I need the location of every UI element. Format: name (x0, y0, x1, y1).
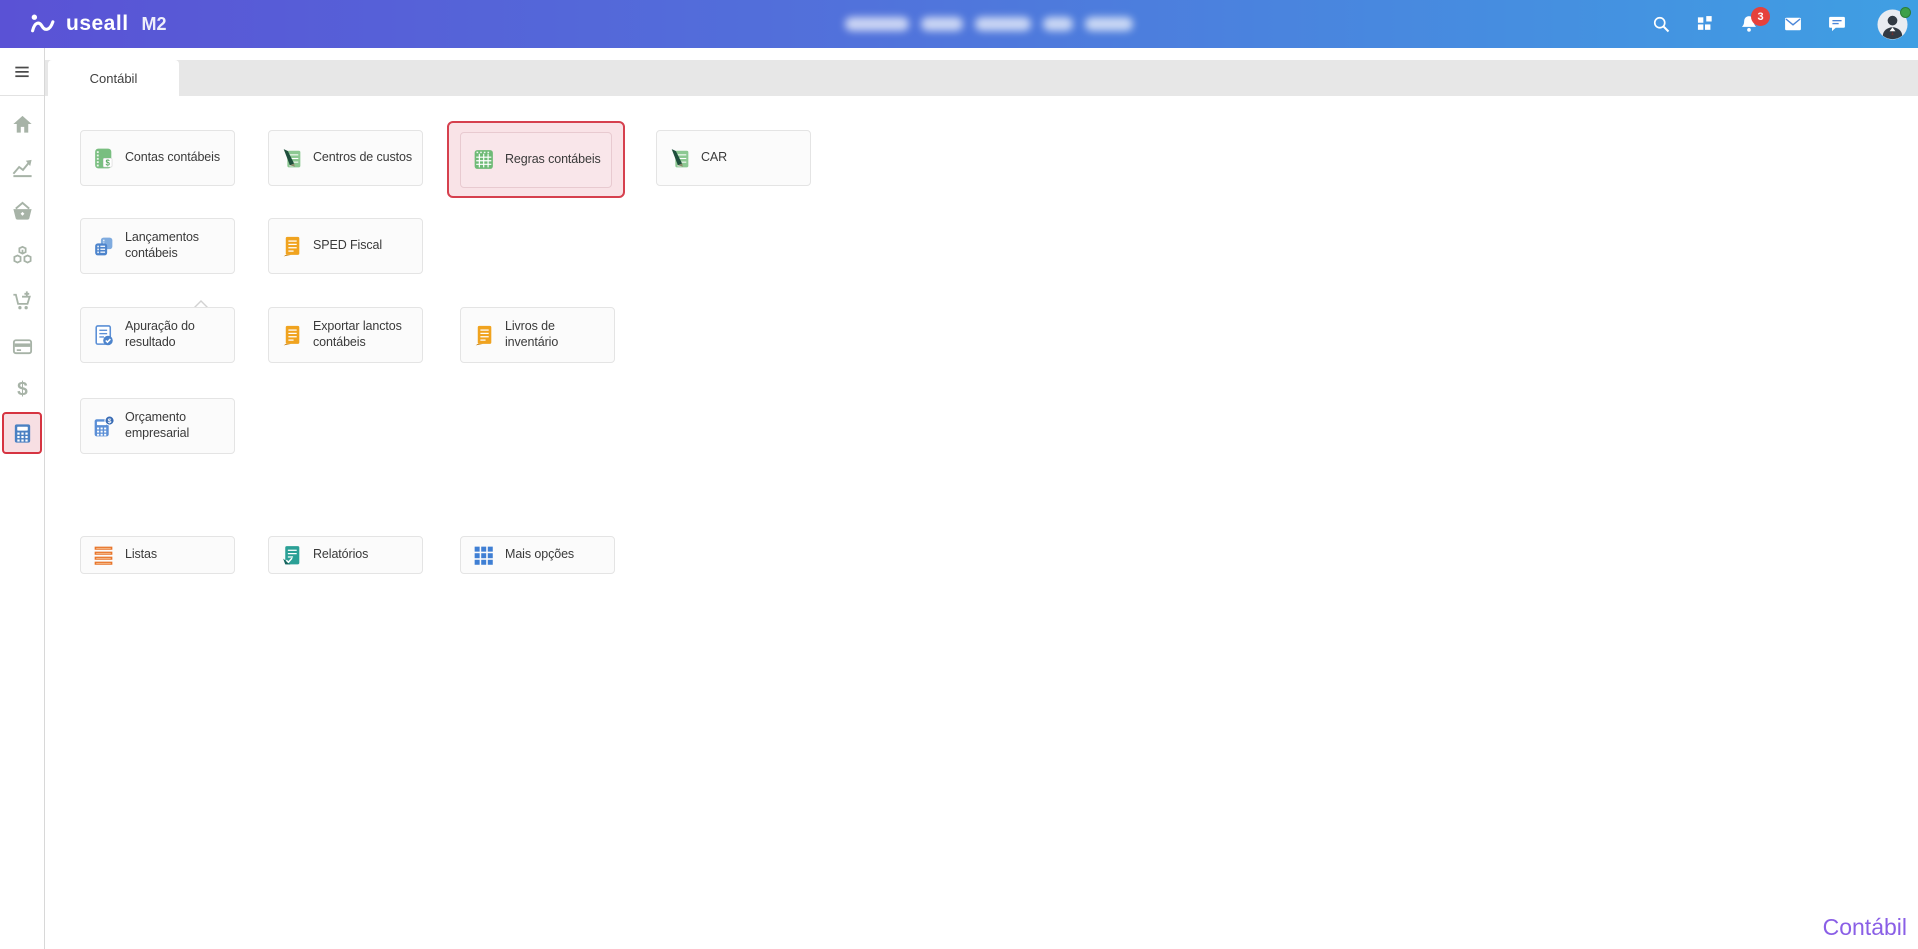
sidebar-item-purchases[interactable] (0, 282, 44, 318)
sidebar-item-sales[interactable] (0, 193, 44, 229)
online-status-dot (1900, 7, 1911, 18)
tab-bar: Contábil (45, 60, 1918, 96)
tile-label: Orçamento empresarial (125, 410, 228, 441)
calccoin-blue-icon (91, 414, 116, 439)
coins-blue-icon (91, 234, 116, 259)
sidebar-item-stock[interactable] (0, 237, 44, 273)
chart-icon (11, 156, 34, 179)
tile-label: Contas contábeis (125, 150, 220, 166)
sidebar-item-charts[interactable] (0, 149, 44, 185)
grid-blue-icon (471, 543, 496, 568)
apps-grid-icon (1695, 14, 1715, 34)
tile-label: Regras contábeis (505, 152, 601, 168)
tile-apuracao-do-resultado[interactable]: Apuração do resultado (80, 307, 235, 363)
useall-logo-icon (30, 13, 57, 36)
notifications-button[interactable]: 3 (1739, 14, 1759, 34)
tab-contabil[interactable]: Contábil (48, 60, 179, 96)
list-orange-icon (91, 543, 116, 568)
doccheck-blue-icon (91, 323, 116, 348)
tile-label: Listas (125, 547, 157, 563)
highlight-box[interactable]: Regras contábeis (447, 121, 625, 198)
topbar: useall M2 3 (0, 0, 1918, 48)
module-footer-label: Contábil (1823, 914, 1907, 941)
tile-exportar-lanctos-contabeis[interactable]: Exportar lanctos contábeis (268, 307, 423, 363)
brand-name: useall (66, 12, 129, 36)
tile-label: Relatórios (313, 547, 368, 563)
tile-listas[interactable]: Listas (80, 536, 235, 574)
search-icon (1651, 14, 1671, 34)
doc-orange-icon (279, 234, 304, 259)
card-icon (11, 335, 34, 358)
cubes-icon (11, 244, 34, 267)
brand: useall M2 (30, 12, 167, 36)
tile-lancamentos-contabeis[interactable]: Lançamentos contábeis (80, 218, 235, 274)
cart-icon (11, 289, 34, 312)
chat-button[interactable] (1827, 14, 1847, 34)
tab-label: Contábil (90, 71, 138, 86)
calculator-icon (11, 422, 34, 445)
tile-centros-de-custos[interactable]: Centros de custos (268, 130, 423, 186)
dollar-icon (11, 377, 34, 400)
tile-orcamento-empresarial[interactable]: Orçamento empresarial (80, 398, 235, 454)
doc-orange-icon (279, 323, 304, 348)
tile-regras-contabeis[interactable]: Regras contábeis (460, 132, 612, 188)
hamburger-icon (12, 64, 32, 80)
apps-button[interactable] (1695, 14, 1715, 34)
topbar-actions: 3 (1651, 0, 1908, 48)
user-avatar[interactable] (1877, 9, 1908, 40)
tile-label: Mais opções (505, 547, 574, 563)
tile-sped-fiscal[interactable]: SPED Fiscal (268, 218, 423, 274)
sidebar (0, 48, 45, 949)
module-tiles: Contas contábeis Centros de custos Regra… (45, 96, 1918, 949)
topbar-gap (0, 48, 1918, 60)
mail-button[interactable] (1783, 14, 1803, 34)
sidebar-item-accounting[interactable] (2, 412, 42, 454)
home-icon (11, 113, 34, 136)
tile-mais-opcoes[interactable]: Mais opções (460, 536, 615, 574)
chat-icon (1827, 14, 1847, 34)
tile-label: CAR (701, 150, 727, 166)
sidebar-item-finance[interactable] (0, 370, 44, 406)
tile-label: Exportar lanctos contábeis (313, 319, 416, 350)
tile-label: Lançamentos contábeis (125, 230, 228, 261)
tile-livros-de-inventario[interactable]: Livros de inventário (460, 307, 615, 363)
tile-relatorios[interactable]: Relatórios (268, 536, 423, 574)
ledger-green-icon (91, 146, 116, 171)
tile-label: Centros de custos (313, 150, 412, 166)
tile-car[interactable]: CAR (656, 130, 811, 186)
basket-icon (11, 200, 34, 223)
tile-label: SPED Fiscal (313, 238, 382, 254)
search-button[interactable] (1651, 14, 1671, 34)
notifications-badge: 3 (1751, 7, 1770, 26)
menu-button[interactable] (0, 48, 44, 96)
grid-green-icon (471, 147, 496, 172)
sidebar-item-home[interactable] (0, 106, 44, 142)
tile-label: Livros de inventário (505, 319, 608, 350)
tile-contas-contabeis[interactable]: Contas contábeis (80, 130, 235, 186)
mail-icon (1783, 14, 1803, 34)
sidebar-item-billing[interactable] (0, 328, 44, 364)
doc-orange-icon (471, 323, 496, 348)
redacted-company-text (845, 17, 1133, 33)
product-name: M2 (142, 14, 167, 35)
doc-teal-icon (279, 543, 304, 568)
tile-label: Apuração do resultado (125, 319, 228, 350)
sheetpen-green-icon (667, 146, 692, 171)
sheetpen-green-icon (279, 146, 304, 171)
